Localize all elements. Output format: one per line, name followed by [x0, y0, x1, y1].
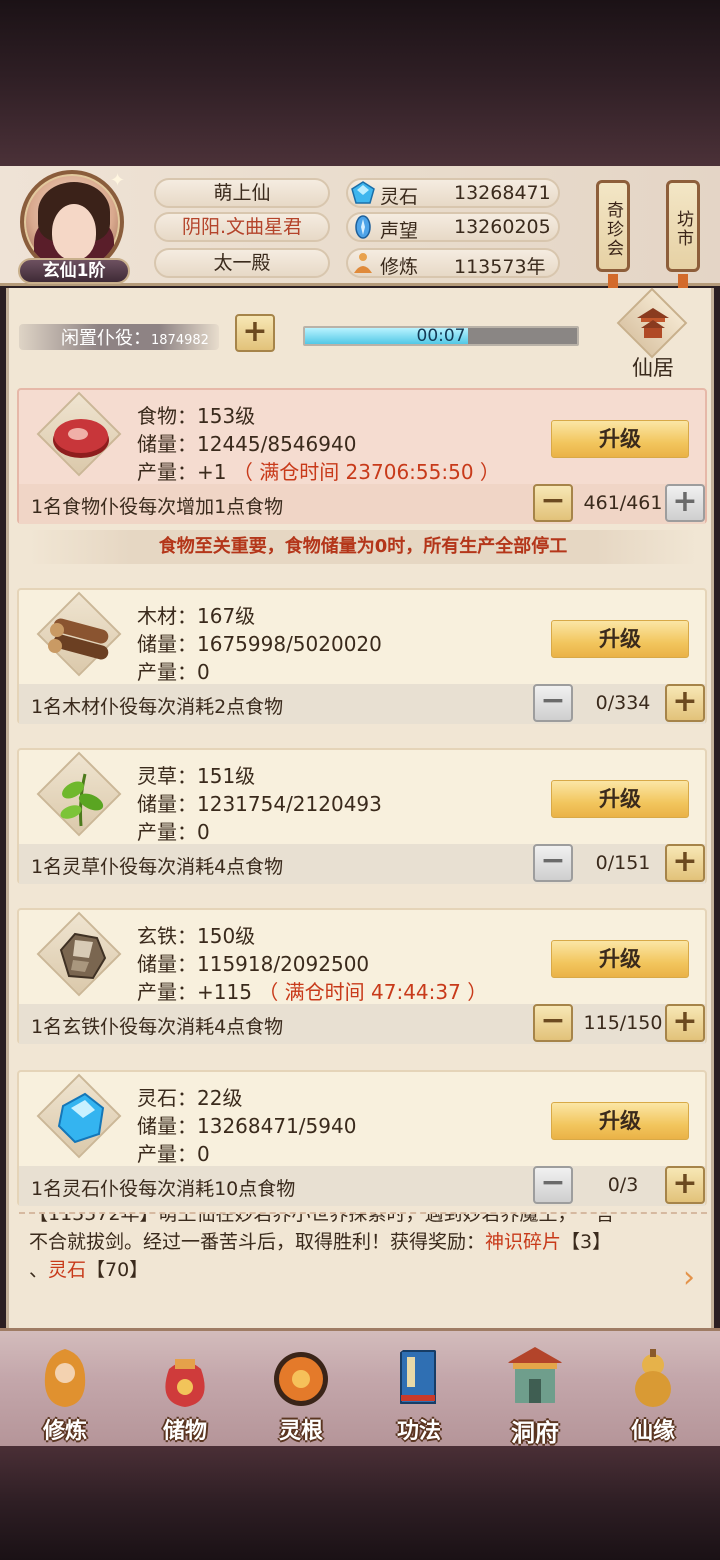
player-name: 萌上仙 [154, 178, 330, 208]
reputation-icon [355, 215, 371, 239]
avatar[interactable]: ✦ 玄仙1阶 [18, 170, 130, 284]
add-wood-servant-button[interactable]: + [665, 684, 705, 722]
spirit-crystal-icon [57, 1092, 105, 1144]
residence-button[interactable]: 仙居 [605, 287, 701, 382]
servant-counter: 0/3 [607, 1174, 639, 1196]
food-warning-notice: 食物至关重要，食物储量为0时，所有生产全部停工 [29, 530, 697, 564]
treasure-fair-button[interactable]: 奇珍会 [596, 180, 630, 272]
wood-logs-icon [48, 618, 109, 660]
meat-icon [53, 419, 109, 458]
upgrade-spirit-stone-button[interactable]: 升级 [551, 1102, 689, 1140]
resource-card-herb: 灵草：151级 储量：1231754/2120493 产量：0 升级 1名灵草仆… [17, 748, 707, 884]
event-log[interactable]: 【113572年】萌上仙在妙若界小世界探索时，遇到妙若界魔王，一言 不合就拔剑。… [19, 1212, 707, 1312]
remove-iron-servant-button[interactable]: − [533, 1004, 573, 1042]
resource-card-wood: 木材：167级 储量：1675998/5020020 产量：0 升级 1名木材仆… [17, 588, 707, 724]
remove-spirit-stone-servant-button[interactable]: − [533, 1166, 573, 1204]
nav-storage[interactable]: 储物 [130, 1335, 240, 1445]
nav-cultivate[interactable]: 修炼 [10, 1335, 120, 1445]
bottom-background [0, 1446, 720, 1560]
add-spirit-stone-servant-button[interactable]: + [665, 1166, 705, 1204]
butterfly-icon: ✦ [110, 170, 126, 191]
player-title: 阴阳.文曲星君 [154, 212, 330, 242]
log-next-arrow-icon[interactable]: › [683, 1260, 695, 1295]
reputation-stat: 声望 13260205 [346, 212, 560, 242]
storage-bag-icon [165, 1359, 205, 1407]
spirit-root-icon [274, 1352, 328, 1406]
nav-spirit-root[interactable]: 灵根 [246, 1335, 356, 1445]
technique-book-icon [400, 1350, 436, 1404]
servant-counter: 461/461 [583, 492, 663, 514]
cultivate-icon [44, 1349, 86, 1407]
player-header: ✦ 玄仙1阶 萌上仙 阴阳.文曲星君 太一殿 灵石 13268471 声望 13… [0, 166, 720, 298]
bottom-navigation: 修炼 储物 灵根 功法 洞府 仙缘 [0, 1328, 720, 1447]
nav-cave-mansion[interactable]: 洞府 [480, 1335, 590, 1447]
nav-fate[interactable]: 仙缘 [598, 1335, 708, 1445]
add-iron-servant-button[interactable]: + [665, 1004, 705, 1042]
idle-count: 1874982 [151, 333, 209, 348]
remove-wood-servant-button[interactable]: − [533, 684, 573, 722]
upgrade-wood-button[interactable]: 升级 [551, 620, 689, 658]
nav-technique[interactable]: 功法 [364, 1335, 474, 1445]
meditation-icon [354, 253, 372, 273]
upgrade-iron-button[interactable]: 升级 [551, 940, 689, 978]
main-panel: 闲置仆役：1874982 + 00:07 仙居 食物：153级 储量：12445… [6, 287, 714, 1328]
remove-herb-servant-button[interactable]: − [533, 844, 573, 882]
timer-text: 00:07 [416, 326, 466, 346]
iron-ore-icon [59, 932, 107, 980]
cultivation-stat: 修炼 113573年 [346, 248, 560, 278]
idle-servants: 闲置仆役：1874982 [19, 318, 259, 352]
spirit-stone-stat: 灵石 13268471 [346, 178, 560, 208]
add-herb-servant-button[interactable]: + [665, 844, 705, 882]
resource-card-food: 食物：153级 储量：12445/8546940 产量：+1 （ 满仓时间 23… [17, 388, 707, 524]
add-food-servant-button[interactable]: + [665, 484, 705, 522]
cave-mansion-icon [507, 1347, 563, 1403]
production-progress-bar: 00:07 [303, 326, 579, 346]
resource-card-spirit-stone: 灵石：22级 储量：13268471/5940 产量：0 升级 1名灵石仆役每次… [17, 1070, 707, 1206]
remove-food-servant-button[interactable]: − [533, 484, 573, 522]
market-button[interactable]: 坊市 [666, 180, 700, 272]
servant-counter: 115/150 [583, 1012, 663, 1034]
spirit-stone-icon [351, 181, 375, 204]
servant-counter: 0/151 [595, 852, 651, 874]
resource-card-iron: 玄铁：150级 储量：115918/2092500 产量：+115 （ 满仓时间… [17, 908, 707, 1044]
herb-icon [60, 773, 104, 827]
upgrade-food-button[interactable]: 升级 [551, 420, 689, 458]
pavilion-icon [637, 308, 669, 338]
upgrade-herb-button[interactable]: 升级 [551, 780, 689, 818]
servant-counter: 0/334 [595, 692, 651, 714]
add-servant-button[interactable]: + [235, 314, 275, 352]
top-background [0, 0, 720, 166]
fate-gourd-icon [635, 1349, 671, 1407]
rank-badge: 玄仙1阶 [18, 258, 130, 284]
player-sect: 太一殿 [154, 248, 330, 278]
